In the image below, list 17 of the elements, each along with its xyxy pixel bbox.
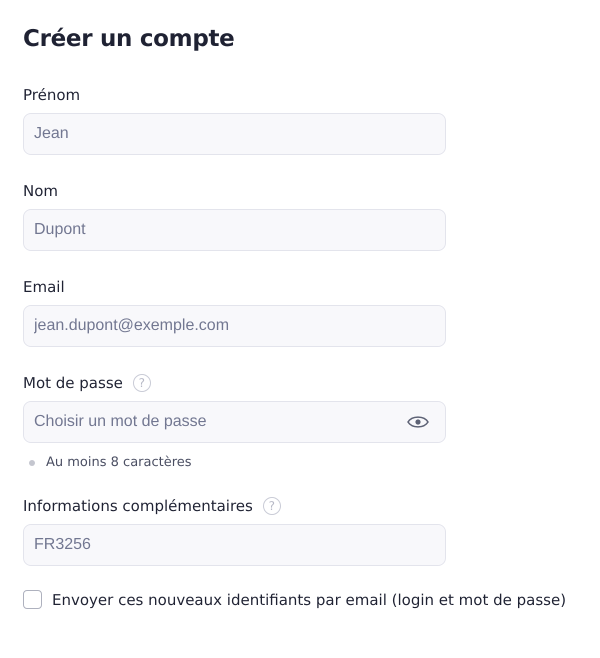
field-label: Email xyxy=(23,278,65,296)
input-field[interactable]: Dupont xyxy=(23,209,446,251)
input-field[interactable]: FR3256 xyxy=(23,524,446,566)
field-label: Informations complémentaires xyxy=(23,497,253,515)
checkbox[interactable] xyxy=(23,590,42,609)
help-icon[interactable]: ? xyxy=(262,497,281,515)
help-icon[interactable]: ? xyxy=(132,374,151,392)
eye-icon[interactable] xyxy=(407,415,429,429)
field-label: Nom xyxy=(23,182,58,200)
field-label: Prénom xyxy=(23,86,80,104)
checkbox-label: Envoyer ces nouveaux identifiants par email (login et mot de passe) xyxy=(52,590,566,608)
bullet-icon xyxy=(29,460,35,466)
field-label: Mot de passe xyxy=(23,374,123,392)
password-field[interactable]: Choisir un mot de passe xyxy=(23,401,446,443)
input-field[interactable]: Jean xyxy=(23,113,446,155)
password-rule: Au moins 8 caractères xyxy=(46,455,192,470)
form-title: Créer un compte xyxy=(23,26,236,52)
